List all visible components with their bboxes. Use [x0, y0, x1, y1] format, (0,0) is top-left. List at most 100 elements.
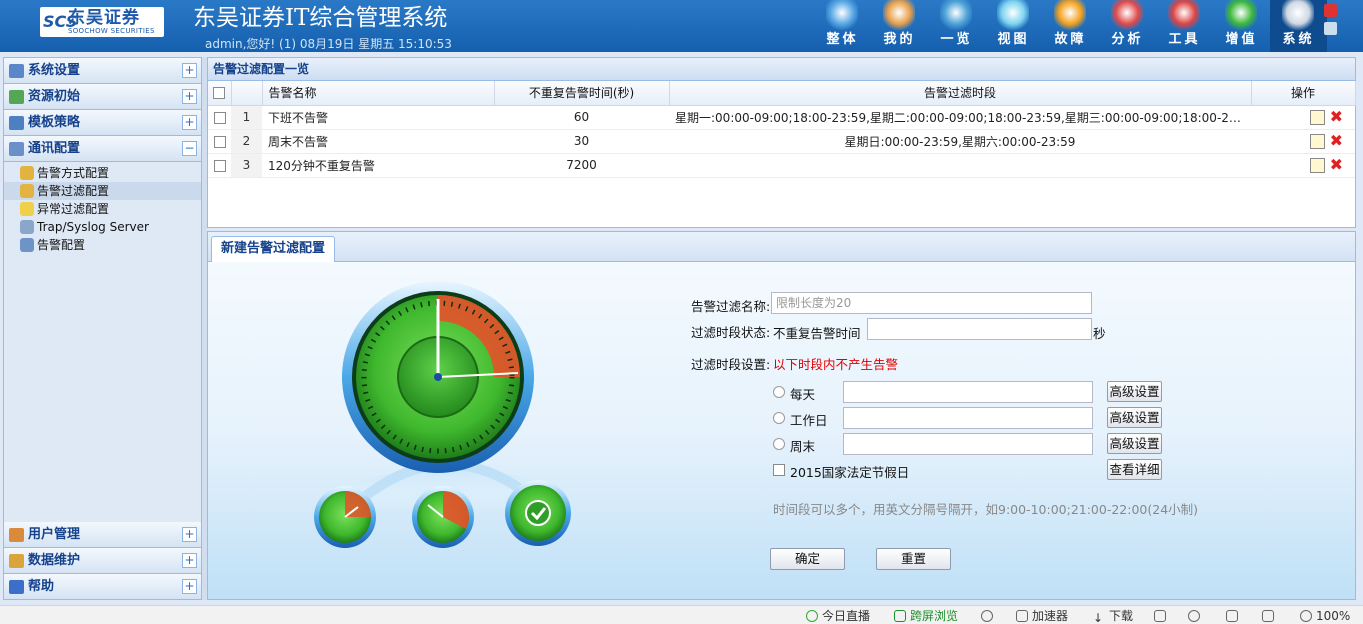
nav-item-warning[interactable]: 故障 — [1042, 0, 1099, 52]
header-tools — [1324, 4, 1338, 40]
edit-icon[interactable] — [1310, 133, 1325, 149]
cell-period: 星期日:00:00-23:59,星期六:00:00-23:59 — [669, 129, 1251, 154]
zoom-level: 100% — [1316, 609, 1351, 623]
nav-item-pie-chart[interactable]: 分析 — [1099, 0, 1156, 52]
pie-chart-icon — [1111, 0, 1143, 32]
nav-item-monitor[interactable]: 整体 — [814, 0, 871, 52]
plus-icon — [1225, 0, 1257, 32]
sidebar-section-label: 用户管理 — [28, 527, 81, 542]
volume-icon[interactable] — [1262, 608, 1278, 624]
nav-item-gear[interactable]: 系统 — [1270, 0, 1327, 52]
user-management-icon — [9, 528, 24, 542]
row-checkbox[interactable] — [213, 135, 226, 148]
table-row[interactable]: 3 120分钟不重复告警 7200 ✖ — [208, 153, 1355, 178]
period-option-radio[interactable] — [773, 386, 785, 398]
bookmark-icon[interactable] — [1154, 608, 1170, 624]
table-row[interactable]: 2 周末不告警 30 星期日:00:00-23:59,星期六:00:00-23:59 ✖ — [208, 129, 1355, 154]
advanced-settings-button[interactable]: 高级设置 — [1107, 407, 1162, 428]
alarm-filter-icon — [20, 184, 34, 198]
trap-syslog-icon — [20, 220, 34, 234]
download-link[interactable]: ↓ 下载 — [1093, 608, 1133, 624]
sidebar-section-help[interactable]: 帮助 + — [4, 574, 201, 600]
nav-item-plus[interactable]: 增值 — [1213, 0, 1270, 52]
sidebar-section-label: 通讯配置 — [28, 141, 81, 156]
nav-item-network-view[interactable]: 视图 — [985, 0, 1042, 52]
accelerator-link[interactable]: 加速器 — [1016, 608, 1068, 624]
alarm-config-icon — [20, 238, 34, 252]
advanced-settings-button[interactable]: 高级设置 — [1107, 381, 1162, 402]
nav-item-tools[interactable]: 工具 — [1156, 0, 1213, 52]
column-header-norepeat[interactable]: 不重复告警时间(秒) — [494, 81, 670, 106]
refresh-icon[interactable] — [981, 608, 997, 624]
expand-icon[interactable]: + — [182, 527, 197, 542]
tree-item-alarm-config[interactable]: 告警配置 — [4, 236, 201, 254]
filter-name-input[interactable] — [771, 292, 1092, 314]
nav-item-user[interactable]: 我的 — [871, 0, 928, 52]
sidebar-section-template-policy[interactable]: 模板策略 + — [4, 110, 201, 136]
holiday-detail-button[interactable]: 查看详细 — [1107, 459, 1162, 480]
exception-filter-icon — [20, 202, 34, 216]
data-maintenance-icon — [9, 554, 24, 568]
period-option-radio[interactable] — [773, 412, 785, 424]
table-row[interactable]: 1 下班不告警 60 星期一:00:00-09:00;18:00-23:59,星期二:… — [208, 105, 1355, 130]
ie-icon[interactable] — [1188, 608, 1204, 624]
sidebar-section-data-maintenance[interactable]: 数据维护 + — [4, 548, 201, 574]
tree-item-alarm-method[interactable]: 告警方式配置 — [4, 164, 201, 182]
edit-icon[interactable] — [1310, 157, 1325, 173]
column-header-period[interactable]: 告警过滤时段 — [669, 81, 1252, 106]
delete-icon[interactable]: ✖ — [1329, 109, 1343, 125]
holiday-checkbox[interactable] — [773, 464, 785, 476]
live-link[interactable]: 今日直播 — [806, 608, 870, 624]
zoom-control[interactable]: 100% — [1300, 608, 1350, 624]
logout-icon[interactable] — [1324, 4, 1337, 17]
table-header-row: 告警名称 不重复告警时间(秒) 告警过滤时段 操作 — [208, 81, 1356, 106]
reset-button[interactable]: 重置 — [876, 548, 951, 570]
select-all-checkbox[interactable] — [213, 87, 226, 100]
expand-icon[interactable]: + — [182, 579, 197, 594]
row-checkbox[interactable] — [213, 111, 226, 124]
expand-icon[interactable]: + — [182, 553, 197, 568]
tree-item-trap-syslog[interactable]: Trap/Syslog Server — [4, 218, 201, 236]
sidebar-section-user-management[interactable]: 用户管理 + — [4, 522, 201, 548]
gear-icon — [1282, 0, 1314, 32]
norepeat-time-input[interactable] — [867, 318, 1092, 340]
nav-item-overview[interactable]: 一览 — [928, 0, 985, 52]
app-header: SCS 东吴证券 SOOCHOW SECURITIES 东吴证券IT综合管理系统… — [0, 0, 1363, 52]
delete-icon[interactable]: ✖ — [1329, 133, 1343, 149]
cross-screen-link[interactable]: 跨屏浏览 — [894, 608, 958, 624]
sidebar: 系统设置 + 资源初始 + 模板策略 + 通讯配置 − 告警方式配置 告警过滤配置 异常过滤配置 T… — [3, 57, 202, 600]
expand-icon[interactable]: + — [182, 63, 197, 78]
filter-name-label: 告警过滤名称: — [691, 299, 771, 314]
tree-item-exception-filter[interactable]: 异常过滤配置 — [4, 200, 201, 218]
tree-item-label: 告警配置 — [37, 238, 86, 252]
exit-icon[interactable] — [1324, 22, 1337, 35]
column-header-name[interactable]: 告警名称 — [262, 81, 495, 106]
period-option-input[interactable] — [843, 407, 1093, 429]
sidebar-section-resource-init[interactable]: 资源初始 + — [4, 84, 201, 110]
confirm-button[interactable]: 确定 — [770, 548, 845, 570]
tab-new-alarm-filter[interactable]: 新建告警过滤配置 — [211, 236, 336, 262]
window-icon[interactable] — [1226, 608, 1242, 624]
cell-name: 周末不告警 — [262, 129, 494, 154]
delete-icon[interactable]: ✖ — [1329, 157, 1343, 173]
row-number: 1 — [231, 105, 262, 130]
sidebar-bottom-sections: 用户管理 + 数据维护 + 帮助 + — [4, 522, 201, 600]
period-option-radio[interactable] — [773, 438, 785, 450]
tree-item-alarm-filter[interactable]: 告警过滤配置 — [4, 182, 201, 200]
advanced-settings-button[interactable]: 高级设置 — [1107, 433, 1162, 454]
edit-icon[interactable] — [1310, 109, 1325, 125]
period-option-input[interactable] — [843, 381, 1093, 403]
collapse-icon[interactable]: − — [182, 141, 197, 156]
expand-icon[interactable]: + — [182, 115, 197, 130]
period-option-label: 工作日 — [790, 413, 828, 428]
alarm-filter-list-panel: 告警过滤配置一览 告警名称 不重复告警时间(秒) 告警过滤时段 操作 1 下班不告… — [207, 57, 1356, 228]
logo-text-en: SOOCHOW SECURITIES — [68, 27, 155, 35]
expand-icon[interactable]: + — [182, 89, 197, 104]
sidebar-section-system-settings[interactable]: 系统设置 + — [4, 58, 201, 84]
period-option-input[interactable] — [843, 433, 1093, 455]
table-body: 1 下班不告警 60 星期一:00:00-09:00;18:00-23:59,星期二:… — [208, 105, 1355, 178]
cell-period — [669, 153, 1251, 178]
row-checkbox[interactable] — [213, 159, 226, 172]
sidebar-section-communication-config[interactable]: 通讯配置 − — [4, 136, 201, 162]
cell-name: 下班不告警 — [262, 105, 494, 130]
